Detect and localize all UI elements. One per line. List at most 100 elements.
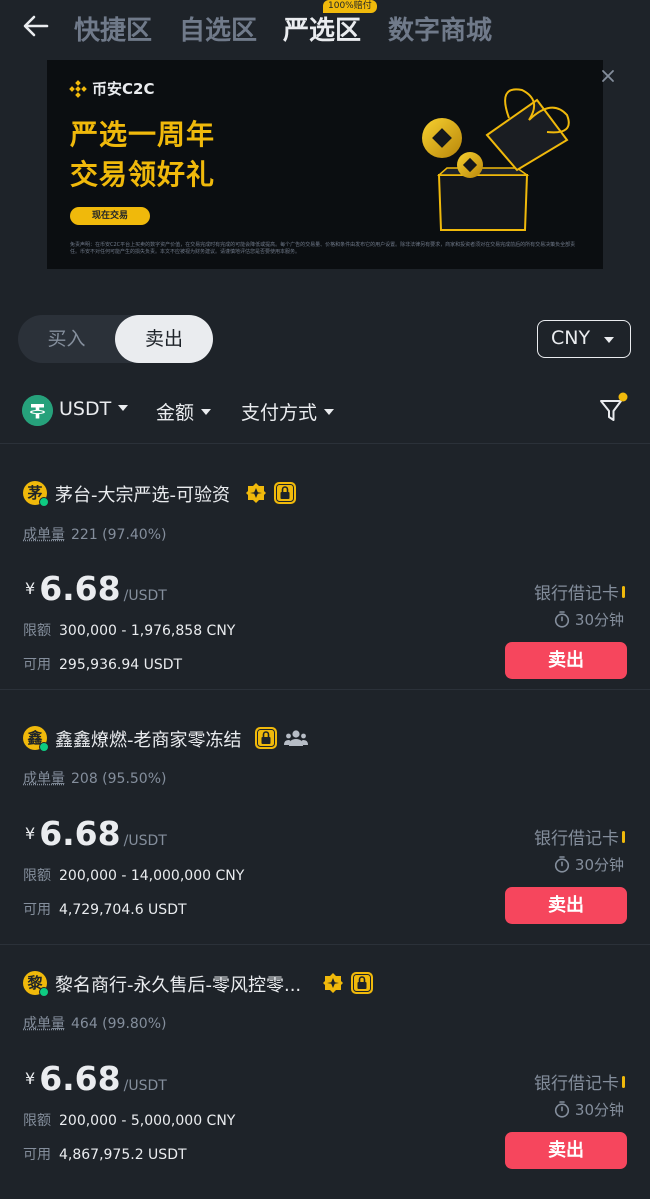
- verified-merchant-icon: [323, 973, 343, 993]
- ad-card: 茅 茅台-大宗严选-可验资 成单量 221 (97.40%) ¥6.68/USDT…: [0, 445, 650, 690]
- payment-method: 银行借记卡: [534, 824, 625, 849]
- payment-time-value: 30分钟: [574, 611, 624, 629]
- available-label: 可用: [23, 902, 51, 918]
- banner-brand: 币安C2C: [69, 78, 154, 99]
- limit-row: 限额 200,000 - 14,000,000 CNY: [23, 865, 244, 885]
- banner-cta-button[interactable]: 现在交易: [70, 207, 150, 225]
- price-unit: /USDT: [123, 588, 167, 604]
- verified-merchant-icon: [246, 483, 266, 503]
- asset-filter-label: USDT: [59, 398, 112, 420]
- currency-symbol: ¥: [25, 824, 36, 843]
- banner-brand-text: 币安C2C: [92, 80, 155, 98]
- online-status-dot: [39, 742, 49, 752]
- order-count-value: 208 (95.50%): [71, 771, 167, 787]
- order-count-value: 464 (99.80%): [71, 1016, 167, 1032]
- available-row: 可用 4,729,704.6 USDT: [23, 899, 187, 919]
- merchant-badges: [245, 481, 297, 505]
- stopwatch-icon: [554, 611, 570, 628]
- tab-digital-mall[interactable]: 数字商城: [388, 10, 492, 47]
- chevron-down-icon: [324, 409, 335, 415]
- payment-method-label: 银行借记卡: [534, 829, 619, 849]
- compensation-badge: 100%赔付: [323, 0, 377, 13]
- available-value: 295,936.94 USDT: [59, 657, 183, 673]
- sell-button[interactable]: 卖出: [505, 642, 627, 679]
- sell-button[interactable]: 卖出: [505, 1132, 627, 1169]
- limit-row: 限额 300,000 - 1,976,858 CNY: [23, 620, 235, 640]
- chevron-down-icon: [201, 409, 212, 415]
- limit-label: 限额: [23, 623, 51, 639]
- available-value: 4,867,975.2 USDT: [59, 1147, 187, 1163]
- online-status-dot: [39, 497, 49, 507]
- section-divider: [0, 443, 650, 444]
- order-count-label: 成单量: [23, 1016, 65, 1032]
- price: ¥6.68/USDT: [25, 569, 167, 608]
- deposit-lock-icon: [255, 727, 277, 749]
- amount-filter[interactable]: 金额: [156, 398, 212, 425]
- tab-watchlist[interactable]: 自选区: [179, 10, 257, 47]
- price: ¥6.68/USDT: [25, 814, 167, 853]
- available-row: 可用 4,867,975.2 USDT: [23, 1144, 187, 1164]
- asset-filter[interactable]: USDT: [59, 398, 129, 420]
- payment-method-label: 银行借记卡: [534, 1074, 619, 1094]
- price-value: 6.68: [39, 569, 121, 608]
- payment-time: 30分钟: [554, 854, 624, 875]
- online-status-dot: [39, 987, 49, 997]
- available-label: 可用: [23, 657, 51, 673]
- merchant-name[interactable]: 黎名商行-永久售后-零风控零...: [55, 971, 301, 997]
- back-button[interactable]: [20, 8, 52, 44]
- merchant-badges: [254, 726, 308, 750]
- deposit-lock-icon: [274, 482, 296, 504]
- payment-color-bar: [622, 831, 625, 843]
- buy-tab[interactable]: 买入: [18, 315, 115, 363]
- price: ¥6.68/USDT: [25, 1059, 167, 1098]
- amount-filter-label: 金额: [156, 402, 195, 424]
- order-stats: 成单量 221 (97.40%): [23, 524, 166, 544]
- merchant-name[interactable]: 茅台-大宗严选-可验资: [55, 481, 230, 507]
- fiat-currency-select[interactable]: CNY: [537, 320, 631, 358]
- payment-time: 30分钟: [554, 609, 624, 630]
- merchant-name[interactable]: 鑫鑫燎燃-老商家零冻结: [55, 726, 242, 752]
- limit-row: 限额 200,000 - 5,000,000 CNY: [23, 1110, 235, 1130]
- payment-filter[interactable]: 支付方式: [241, 398, 335, 425]
- order-stats: 成单量 464 (99.80%): [23, 1013, 166, 1033]
- order-count-value: 221 (97.40%): [71, 527, 167, 543]
- payment-method-label: 银行借记卡: [534, 584, 619, 604]
- limit-label: 限额: [23, 1113, 51, 1129]
- payment-method: 银行借记卡: [534, 1069, 625, 1094]
- tab-quick[interactable]: 快捷区: [74, 10, 152, 47]
- payment-time-value: 30分钟: [574, 856, 624, 874]
- order-count-label: 成单量: [23, 771, 65, 787]
- sell-button[interactable]: 卖出: [505, 887, 627, 924]
- sell-tab[interactable]: 卖出: [115, 315, 213, 363]
- buy-sell-toggle: 买入 卖出: [18, 315, 213, 363]
- price-value: 6.68: [39, 1059, 121, 1098]
- promo-banner[interactable]: 币安C2C 严选一周年 交易领好礼 现在交易 免责声明：在币安C2C平台上买卖的…: [47, 60, 603, 269]
- banner-close-icon[interactable]: [598, 66, 618, 86]
- banner-headline-line-1: 严选一周年: [70, 118, 216, 151]
- deposit-lock-icon: [351, 972, 373, 994]
- order-count-label: 成单量: [23, 527, 65, 543]
- binance-logo-icon: [69, 79, 87, 98]
- group-users-icon: [284, 730, 308, 746]
- payment-color-bar: [622, 1076, 625, 1088]
- limit-value: 200,000 - 5,000,000 CNY: [59, 1113, 236, 1129]
- payment-color-bar: [622, 586, 625, 598]
- currency-symbol: ¥: [25, 1069, 36, 1088]
- chevron-down-icon: [118, 405, 129, 411]
- payment-filter-label: 支付方式: [241, 402, 318, 424]
- back-arrow-icon: [23, 15, 49, 37]
- payment-time-value: 30分钟: [574, 1101, 624, 1119]
- merchant-badges: [322, 971, 374, 995]
- tab-select[interactable]: 严选区: [283, 10, 361, 47]
- banner-headline: 严选一周年 交易领好礼: [70, 115, 215, 195]
- price-unit: /USDT: [123, 833, 167, 849]
- order-stats: 成单量 208 (95.50%): [23, 768, 166, 788]
- stopwatch-icon: [554, 856, 570, 873]
- gift-box-illustration: [422, 88, 570, 231]
- top-nav: 快捷区 自选区 严选区 100%赔付 数字商城: [0, 0, 650, 56]
- filter-funnel-icon[interactable]: [598, 392, 628, 426]
- available-value: 4,729,704.6 USDT: [59, 902, 187, 918]
- payment-method: 银行借记卡: [534, 579, 625, 604]
- ad-card: 黎 黎名商行-永久售后-零风控零... 成单量 464 (99.80%) ¥6.6…: [0, 945, 650, 1199]
- usdt-coin-icon: [22, 395, 53, 426]
